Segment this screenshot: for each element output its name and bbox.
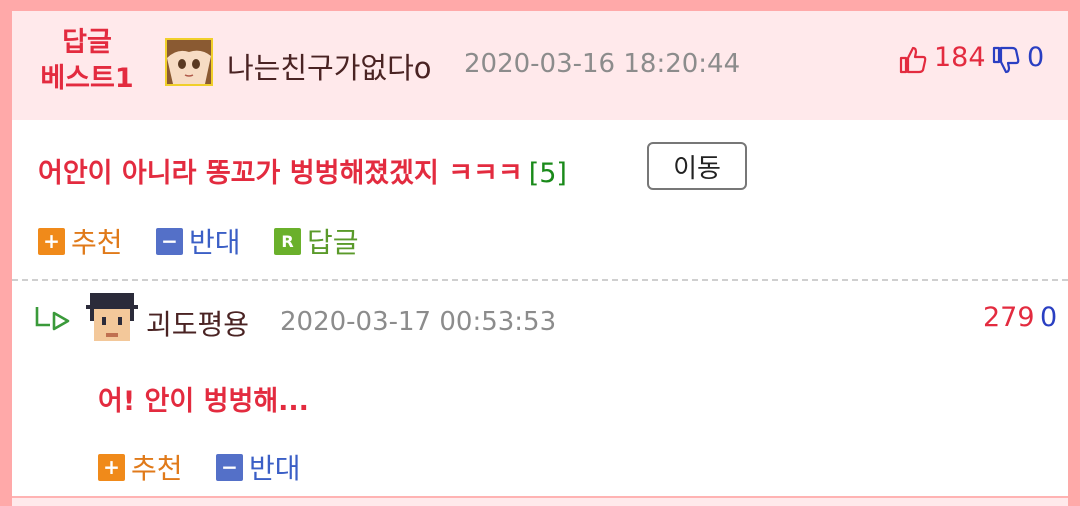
next-comment-edge bbox=[12, 496, 1068, 506]
downvote-count: 0 bbox=[1027, 42, 1045, 73]
oppose-label: 반대 bbox=[189, 226, 241, 259]
reply-author-name[interactable]: 괴도평용 bbox=[146, 303, 249, 343]
reply-r-icon: R bbox=[274, 227, 301, 255]
recommend-button[interactable]: + 추천 bbox=[38, 221, 123, 261]
recommend-label: 추천 bbox=[71, 226, 123, 259]
anime-avatar-icon bbox=[167, 40, 211, 84]
comment-body: 어안이 아니라 똥꼬가 벙벙해졌겠지 ㅋㅋㅋ [5] bbox=[38, 151, 567, 190]
best-badge-line1: 답글 bbox=[62, 27, 112, 58]
best-comment-header: 답글 베스트1 나는친구가없다o 2020-03-16 18:20:44 184… bbox=[12, 11, 1068, 120]
reply-count[interactable]: [5] bbox=[529, 158, 567, 189]
reply-oppose-button[interactable]: − 반대 bbox=[216, 447, 301, 487]
reply-button[interactable]: R 답글 bbox=[274, 221, 359, 261]
comment-divider bbox=[12, 279, 1068, 281]
reply-recommend-label: 추천 bbox=[131, 452, 183, 485]
avatar[interactable] bbox=[165, 38, 213, 86]
minus-icon: − bbox=[156, 227, 183, 255]
reply-label: 답글 bbox=[307, 226, 359, 259]
reply-recommend-button[interactable]: + 추천 bbox=[98, 447, 183, 487]
reply-oppose-label: 반대 bbox=[249, 452, 301, 485]
plus-icon: + bbox=[38, 227, 65, 255]
upvote-count: 184 bbox=[934, 42, 986, 73]
comment-card: 답글 베스트1 나는친구가없다o 2020-03-16 18:20:44 184… bbox=[12, 11, 1068, 506]
best-badge-line2: 베스트1 bbox=[40, 63, 134, 94]
best-reply-badge: 답글 베스트1 bbox=[32, 25, 142, 97]
author-name[interactable]: 나는친구가없다o bbox=[227, 45, 432, 87]
reply-arrow-icon bbox=[35, 307, 70, 331]
oppose-button[interactable]: − 반대 bbox=[156, 221, 241, 261]
move-button[interactable]: 이동 bbox=[647, 142, 747, 190]
thumbs-up-icon[interactable] bbox=[898, 45, 928, 75]
comment-date: 2020-03-16 18:20:44 bbox=[464, 49, 741, 79]
pixel-avatar[interactable] bbox=[86, 293, 138, 345]
reply-downvote-count: 0 bbox=[1040, 302, 1058, 333]
thumbs-down-icon[interactable] bbox=[991, 45, 1021, 75]
reply-upvote-count: 279 bbox=[983, 302, 1035, 333]
comment-text: 어안이 아니라 똥꼬가 벙벙해졌겠지 ㅋㅋㅋ bbox=[38, 158, 523, 189]
reply-date: 2020-03-17 00:53:53 bbox=[280, 307, 557, 337]
minus-icon: − bbox=[216, 453, 243, 481]
reply-body: 어! 안이 벙벙해... bbox=[98, 386, 309, 417]
plus-icon: + bbox=[98, 453, 125, 481]
